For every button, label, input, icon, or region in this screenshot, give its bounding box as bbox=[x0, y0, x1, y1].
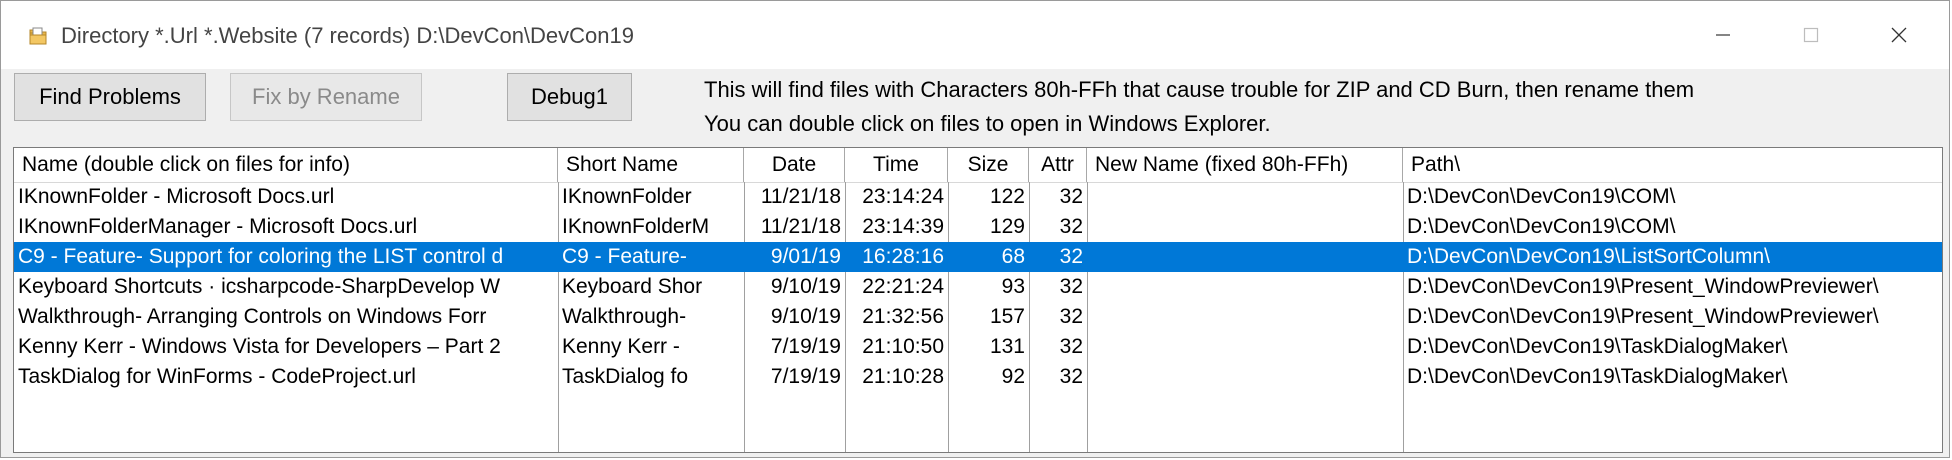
cell-newname bbox=[1087, 212, 1403, 242]
maximize-icon bbox=[1803, 27, 1819, 43]
cell-size: 157 bbox=[989, 305, 1025, 328]
main-window: Directory *.Url *.Website (7 records) D:… bbox=[0, 0, 1950, 458]
cell-short: IKnownFolderM bbox=[562, 215, 710, 238]
cell-attr: 32 bbox=[1059, 245, 1083, 268]
cell-date: 9/10/19 bbox=[770, 275, 841, 298]
cell-time: 23:14:39 bbox=[862, 215, 944, 238]
cell-time: 21:10:50 bbox=[862, 335, 944, 358]
info-line-1: This will find files with Characters 80h… bbox=[704, 77, 1695, 102]
debug1-button[interactable]: Debug1 bbox=[507, 73, 632, 121]
cell-newname bbox=[1087, 242, 1403, 272]
cell-name: IKnownFolderManager - Microsoft Docs.url bbox=[18, 215, 418, 238]
cell-path: D:\DevCon\DevCon19\Present_WindowPreview… bbox=[1407, 275, 1879, 298]
cell-attr: 32 bbox=[1059, 335, 1083, 358]
cell-name: Keyboard Shortcuts · icsharpcode-SharpDe… bbox=[18, 275, 501, 298]
column-header-size[interactable]: Size bbox=[948, 148, 1029, 182]
cell-size: 129 bbox=[989, 215, 1025, 238]
cell-path: D:\DevCon\DevCon19\ListSortColumn\ bbox=[1407, 245, 1770, 268]
cell-size: 131 bbox=[989, 335, 1025, 358]
cell-size: 68 bbox=[1001, 245, 1025, 268]
cell-size: 122 bbox=[989, 185, 1025, 208]
maximize-button[interactable] bbox=[1767, 1, 1855, 69]
cell-name: IKnownFolder - Microsoft Docs.url bbox=[18, 185, 335, 208]
cell-date: 7/19/19 bbox=[770, 365, 841, 388]
cell-path: D:\DevCon\DevCon19\COM\ bbox=[1407, 185, 1676, 208]
cell-time: 21:10:28 bbox=[862, 365, 944, 388]
cell-date: 11/21/18 bbox=[760, 185, 841, 208]
cell-date: 7/19/19 bbox=[770, 335, 841, 358]
cell-time: 23:14:24 bbox=[862, 185, 944, 208]
cell-newname bbox=[1087, 302, 1403, 332]
table-row[interactable]: Walkthrough- Arranging Controls on Windo… bbox=[14, 302, 1942, 332]
cell-attr: 32 bbox=[1059, 365, 1083, 388]
cell-name: Walkthrough- Arranging Controls on Windo… bbox=[18, 305, 487, 328]
table-row[interactable]: Kenny Kerr - Windows Vista for Developer… bbox=[14, 332, 1942, 362]
window-title: Directory *.Url *.Website (7 records) D:… bbox=[61, 23, 634, 48]
close-icon bbox=[1891, 27, 1907, 43]
cell-attr: 32 bbox=[1059, 275, 1083, 298]
cell-size: 93 bbox=[1001, 275, 1025, 298]
list-header: Name (double click on files for info) Sh… bbox=[14, 148, 1942, 183]
cell-newname bbox=[1087, 272, 1403, 302]
column-header-path[interactable]: Path\ bbox=[1403, 148, 1942, 182]
column-header-date[interactable]: Date bbox=[744, 148, 845, 182]
cell-short: C9 - Feature- bbox=[562, 245, 687, 268]
cell-path: D:\DevCon\DevCon19\COM\ bbox=[1407, 215, 1676, 238]
minimize-icon bbox=[1716, 34, 1730, 36]
folder-icon bbox=[29, 27, 47, 45]
table-row[interactable]: IKnownFolderManager - Microsoft Docs.url… bbox=[14, 212, 1942, 242]
list-rows: IKnownFolder - Microsoft Docs.url IKnownF… bbox=[14, 182, 1942, 392]
title-bar[interactable]: Directory *.Url *.Website (7 records) D:… bbox=[1, 1, 1949, 69]
close-button[interactable] bbox=[1855, 1, 1943, 69]
column-header-short-name[interactable]: Short Name bbox=[558, 148, 744, 182]
cell-path: D:\DevCon\DevCon19\TaskDialogMaker\ bbox=[1407, 335, 1788, 358]
info-text: This will find files with Characters 80h… bbox=[704, 73, 1694, 141]
column-header-attr[interactable]: Attr bbox=[1029, 148, 1087, 182]
cell-time: 21:32:56 bbox=[862, 305, 944, 328]
cell-short: Walkthrough- bbox=[562, 305, 687, 328]
cell-date: 9/01/19 bbox=[770, 245, 841, 268]
cell-attr: 32 bbox=[1059, 185, 1083, 208]
info-line-2: You can double click on files to open in… bbox=[704, 111, 1271, 136]
cell-date: 11/21/18 bbox=[760, 215, 841, 238]
cell-time: 22:21:24 bbox=[862, 275, 944, 298]
cell-name: Kenny Kerr - Windows Vista for Developer… bbox=[18, 335, 501, 358]
cell-date: 9/10/19 bbox=[770, 305, 841, 328]
find-problems-button[interactable]: Find Problems bbox=[14, 73, 206, 121]
table-row[interactable]: IKnownFolder - Microsoft Docs.url IKnownF… bbox=[14, 182, 1942, 212]
cell-name: TaskDialog for WinForms - CodeProject.ur… bbox=[18, 365, 416, 388]
table-row[interactable]: TaskDialog for WinForms - CodeProject.ur… bbox=[14, 362, 1942, 392]
minimize-button[interactable] bbox=[1679, 1, 1767, 69]
cell-short: TaskDialog fo bbox=[562, 365, 689, 388]
cell-newname bbox=[1087, 332, 1403, 362]
cell-attr: 32 bbox=[1059, 215, 1083, 238]
column-header-name[interactable]: Name (double click on files for info) bbox=[14, 148, 558, 182]
fix-by-rename-button[interactable]: Fix by Rename bbox=[230, 73, 422, 121]
cell-short: Kenny Kerr - bbox=[562, 335, 680, 358]
cell-path: D:\DevCon\DevCon19\Present_WindowPreview… bbox=[1407, 305, 1879, 328]
cell-path: D:\DevCon\DevCon19\TaskDialogMaker\ bbox=[1407, 365, 1788, 388]
cell-name: C9 - Feature- Support for coloring the L… bbox=[18, 245, 504, 268]
toolbar: Find Problems Fix by Rename Debug1 This … bbox=[1, 69, 1949, 136]
cell-time: 16:28:16 bbox=[862, 245, 944, 268]
cell-short: Keyboard Shor bbox=[562, 275, 703, 298]
column-header-time[interactable]: Time bbox=[845, 148, 948, 182]
table-row[interactable]: Keyboard Shortcuts · icsharpcode-SharpDe… bbox=[14, 272, 1942, 302]
cell-short: IKnownFolder bbox=[562, 185, 692, 208]
cell-newname bbox=[1087, 182, 1403, 212]
cell-size: 92 bbox=[1001, 365, 1025, 388]
column-header-new-name[interactable]: New Name (fixed 80h-FFh) bbox=[1087, 148, 1403, 182]
file-list[interactable]: Name (double click on files for info) Sh… bbox=[13, 147, 1943, 453]
cell-newname bbox=[1087, 362, 1403, 392]
table-row[interactable]: C9 - Feature- Support for coloring the L… bbox=[14, 242, 1942, 272]
cell-attr: 32 bbox=[1059, 305, 1083, 328]
